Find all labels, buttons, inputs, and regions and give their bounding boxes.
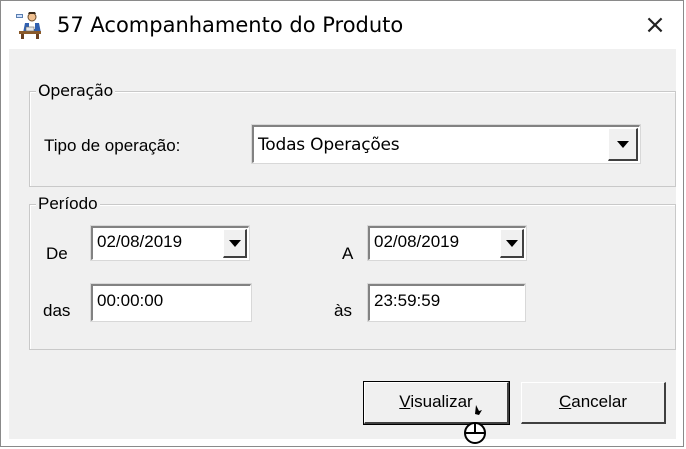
de-label: De: [46, 244, 68, 263]
as-time-value: 23:59:59: [374, 291, 441, 310]
a-date-dropdown-button[interactable]: [500, 229, 524, 258]
person-at-desk-icon: [16, 12, 41, 39]
de-date-dropdown-button[interactable]: [223, 229, 247, 258]
chevron-down-icon: [505, 240, 518, 247]
tipo-operacao-select[interactable]: Todas Operações: [251, 124, 641, 164]
cancelar-label: ancelar: [571, 392, 628, 411]
cancelar-button[interactable]: Cancelar: [521, 382, 666, 424]
chevron-down-icon: [228, 240, 241, 247]
cancelar-mnemonic: C: [558, 392, 572, 411]
de-date-value: 02/08/2019: [97, 232, 183, 251]
dialog-window: 57 Acompanhamento do Produto × Operação …: [0, 0, 684, 447]
window-title: 57 Acompanhamento do Produto: [57, 13, 404, 37]
as-time-input[interactable]: 23:59:59: [367, 283, 526, 322]
de-date-picker[interactable]: 02/08/2019: [90, 225, 250, 261]
das-time-value: 00:00:00: [97, 291, 164, 310]
dialog-body: Operação Tipo de operação: Todas Operaçõ…: [9, 49, 676, 439]
visualizar-mnemonic: V: [399, 392, 411, 411]
das-label: das: [43, 301, 71, 320]
tipo-operacao-dropdown-button[interactable]: [608, 128, 638, 161]
operacao-group: Operação Tipo de operação: Todas Operaçõ…: [29, 81, 676, 187]
hand-pointer-busy-icon: [464, 405, 486, 444]
periodo-group: Período De 02/08/2019 A 02/08/2019 das 0…: [29, 194, 676, 350]
periodo-legend: Período: [36, 194, 100, 214]
das-time-input[interactable]: 00:00:00: [90, 283, 252, 322]
title-bar[interactable]: 57 Acompanhamento do Produto ×: [1, 1, 683, 49]
chevron-down-icon: [616, 141, 629, 148]
a-date-value: 02/08/2019: [374, 232, 460, 251]
as-label: às: [334, 301, 352, 320]
close-icon: ×: [644, 10, 666, 40]
operacao-legend: Operação: [36, 81, 115, 101]
close-button[interactable]: ×: [635, 6, 675, 44]
tipo-operacao-label: Tipo de operação:: [44, 136, 181, 155]
a-label: A: [342, 244, 354, 263]
tipo-operacao-value: Todas Operações: [258, 135, 400, 155]
a-date-picker[interactable]: 02/08/2019: [367, 225, 527, 261]
